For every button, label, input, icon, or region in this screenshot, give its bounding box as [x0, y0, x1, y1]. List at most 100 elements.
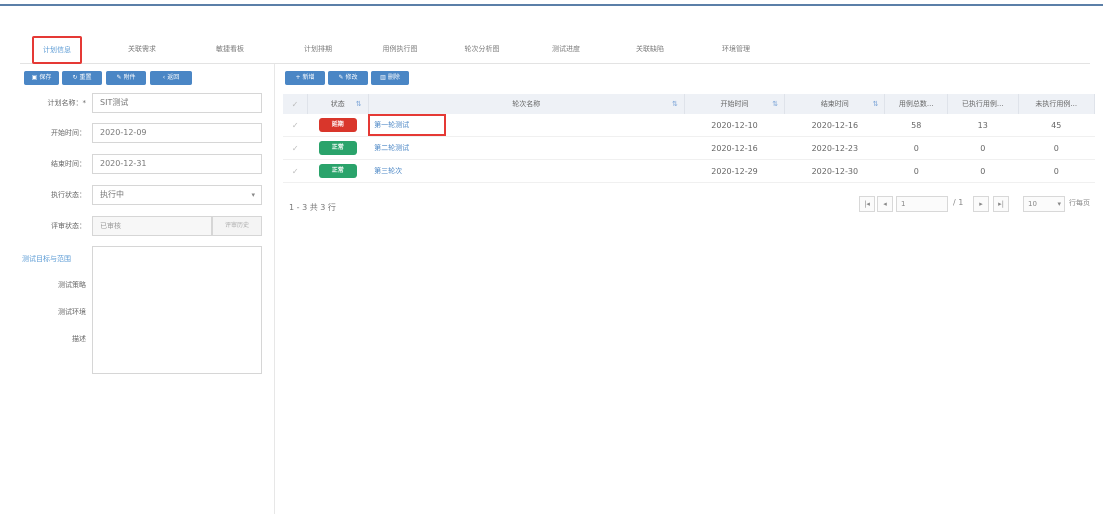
table-header-row: ✓ 状态 ⇅ 轮次名称 ⇅ 开始时间 ⇅ 结束时间 ⇅ 用例总数... 已执行用例...… — [283, 94, 1096, 114]
end-time-input[interactable]: 2020-12-31 — [92, 154, 262, 174]
end-time-label: 结束时间： — [51, 160, 86, 168]
executed-cases-column-header[interactable]: 已执行用例... — [947, 94, 1019, 114]
refresh-icon: ↻ — [72, 74, 78, 81]
not-executed-cell: 0 — [1018, 136, 1095, 160]
not-executed-cell: 0 — [1018, 159, 1095, 183]
paperclip-icon: ✎ — [116, 74, 122, 81]
reset-button[interactable]: ↻ 重置 — [62, 71, 102, 85]
highlight-box — [368, 114, 447, 136]
next-page-icon: ▸ — [979, 200, 983, 208]
table-row[interactable]: ✓ 延期 第一轮测试 2020-12-10 2020-12-16 58 13 4… — [283, 114, 1095, 137]
check-icon: ✓ — [291, 120, 299, 130]
pagination-summary: 1 - 3 共 3 行 — [289, 203, 336, 212]
top-divider — [0, 4, 1103, 6]
not-executed-cases-column-header[interactable]: 未执行用例... — [1018, 94, 1096, 114]
sort-icon[interactable]: ⇅ — [672, 100, 678, 108]
total-cell: 0 — [884, 159, 948, 183]
end-cell: 2020-12-16 — [784, 114, 885, 137]
test-scope-textarea[interactable] — [92, 246, 262, 374]
executed-cell: 0 — [947, 159, 1019, 183]
plus-icon: + — [295, 74, 301, 81]
start-time-label: 开始时间： — [51, 129, 86, 137]
review-status-input: 已审核 — [92, 216, 212, 236]
page-size-select[interactable]: 10 ▾ — [1023, 196, 1065, 212]
start-time-input[interactable]: 2020-12-09 — [92, 123, 262, 143]
tab-plan-schedule[interactable]: 计划排期 — [288, 36, 348, 62]
last-page-button[interactable]: ▸| — [993, 196, 1009, 212]
tab-test-progress[interactable]: 测试进度 — [536, 36, 596, 62]
select-all-header[interactable]: ✓ — [283, 94, 308, 114]
tab-bar: 计划信息 关联需求 敏捷看板 计划排期 用例执行图 轮次分析图 测试进度 关联缺… — [20, 36, 1090, 64]
prev-page-icon: ◂ — [883, 200, 887, 208]
tab-plan-info[interactable]: 计划信息 — [32, 36, 82, 64]
test-scope-section-label: 测试目标与范围 — [22, 255, 71, 263]
total-cell: 58 — [884, 114, 948, 137]
tab-round-analysis-chart[interactable]: 轮次分析图 — [452, 36, 512, 62]
page-size-suffix: 行每页 — [1069, 199, 1090, 207]
tab-environment-management[interactable]: 环境管理 — [706, 36, 766, 62]
tab-related-requirements[interactable]: 关联需求 — [112, 36, 172, 62]
tab-agile-board[interactable]: 敏捷看板 — [200, 36, 260, 62]
description-label: 描述 — [72, 335, 86, 343]
save-icon: ▣ — [31, 74, 38, 81]
next-page-button[interactable]: ▸ — [973, 196, 989, 212]
status-badge: 延期 — [318, 118, 357, 132]
round-name-link[interactable]: 第二轮测试 — [374, 144, 409, 152]
test-environment-label: 测试环境 — [58, 308, 86, 316]
end-column-header[interactable]: 结束时间 ⇅ — [784, 94, 886, 114]
table-row[interactable]: ✓ 正常 第三轮次 2020-12-29 2020-12-30 0 0 0 — [283, 159, 1095, 183]
page-number-input[interactable]: 1 — [896, 196, 948, 212]
tab-related-defects[interactable]: 关联缺陷 — [620, 36, 680, 62]
prev-page-button[interactable]: ◂ — [877, 196, 893, 212]
first-page-button[interactable]: |◂ — [859, 196, 875, 212]
test-strategy-label: 测试策略 — [58, 281, 86, 289]
end-cell: 2020-12-23 — [784, 136, 885, 160]
review-history-button[interactable]: 评审历史 — [212, 216, 262, 236]
delete-round-button[interactable]: ▥ 删除 — [371, 71, 409, 85]
executed-cell: 0 — [947, 136, 1019, 160]
status-column-header[interactable]: 状态 ⇅ — [307, 94, 369, 114]
exec-status-select[interactable]: 执行中 ▾ — [92, 185, 262, 205]
edit-icon: ✎ — [338, 74, 344, 81]
page-total-label: / 1 — [953, 198, 964, 207]
row-checkbox[interactable]: ✓ — [283, 159, 308, 183]
round-name-link[interactable]: 第三轮次 — [374, 167, 402, 175]
plan-form-panel: ▣ 保存 ↻ 重置 ✎ 附件 ‹ 返回 计划名称：* SIT测试 开始时间： 2020-… — [20, 64, 275, 514]
exec-status-label: 执行状态： — [51, 191, 86, 199]
trash-icon: ▥ — [380, 74, 386, 81]
edit-round-button[interactable]: ✎ 修改 — [328, 71, 368, 85]
sort-icon[interactable]: ⇅ — [356, 100, 362, 108]
status-badge: 正常 — [318, 141, 357, 155]
check-icon: ✓ — [291, 143, 299, 153]
first-page-icon: |◂ — [864, 200, 870, 208]
attachment-button[interactable]: ✎ 附件 — [106, 71, 146, 85]
last-page-icon: ▸| — [998, 200, 1004, 208]
save-button[interactable]: ▣ 保存 — [24, 71, 59, 85]
check-icon: ✓ — [291, 166, 299, 176]
chevron-left-icon: ‹ — [162, 74, 166, 81]
sort-icon[interactable]: ⇅ — [772, 100, 778, 108]
table-row[interactable]: ✓ 正常 第二轮测试 2020-12-16 2020-12-23 0 0 0 — [283, 136, 1095, 160]
row-checkbox[interactable]: ✓ — [283, 114, 308, 137]
start-column-header[interactable]: 开始时间 ⇅ — [684, 94, 786, 114]
total-cell: 0 — [884, 136, 948, 160]
start-cell: 2020-12-16 — [684, 136, 785, 160]
plan-name-input[interactable]: SIT测试 — [92, 93, 262, 113]
executed-cell: 13 — [947, 114, 1019, 137]
not-executed-cell: 45 — [1018, 114, 1095, 137]
chevron-down-icon: ▾ — [251, 191, 255, 199]
start-cell: 2020-12-29 — [684, 159, 785, 183]
tab-case-execution-chart[interactable]: 用例执行图 — [370, 36, 430, 62]
add-round-button[interactable]: + 新增 — [285, 71, 325, 85]
start-cell: 2020-12-10 — [684, 114, 785, 137]
review-status-label: 评审状态： — [51, 222, 86, 230]
rounds-table: ✓ 状态 ⇅ 轮次名称 ⇅ 开始时间 ⇅ 结束时间 ⇅ 用例总数... 已执行用例...… — [283, 94, 1096, 183]
chevron-down-icon: ▾ — [1057, 200, 1061, 208]
back-button[interactable]: ‹ 返回 — [150, 71, 192, 85]
name-column-header[interactable]: 轮次名称 ⇅ — [368, 94, 685, 114]
total-cases-column-header[interactable]: 用例总数... — [884, 94, 949, 114]
sort-icon[interactable]: ⇅ — [873, 100, 879, 108]
rounds-panel: + 新增 ✎ 修改 ▥ 删除 ✓ 状态 ⇅ 轮次名称 ⇅ 开始时间 ⇅ 结束时间 ⇅ 用例总数… — [283, 64, 1096, 514]
row-checkbox[interactable]: ✓ — [283, 136, 308, 160]
status-badge: 正常 — [318, 164, 357, 178]
